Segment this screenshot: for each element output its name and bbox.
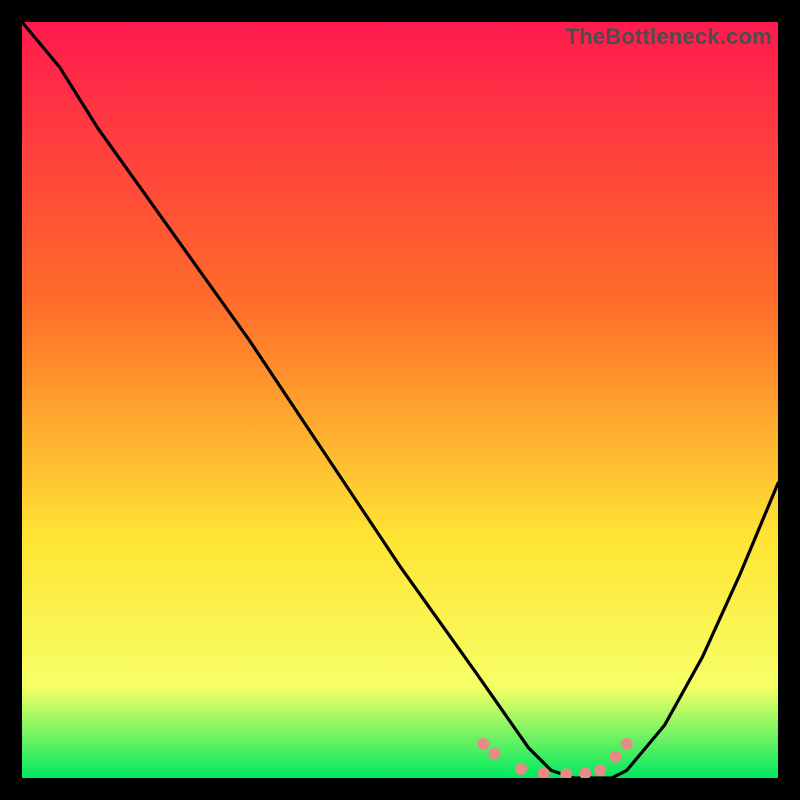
marker-dot xyxy=(610,751,622,763)
marker-dot xyxy=(594,764,606,776)
marker-dot xyxy=(477,738,489,750)
chart-frame: TheBottleneck.com xyxy=(22,22,778,778)
watermark-text: TheBottleneck.com xyxy=(566,24,772,50)
marker-dot xyxy=(621,738,633,750)
marker-dot xyxy=(515,763,527,775)
bottleneck-chart xyxy=(22,22,778,778)
marker-dot xyxy=(489,748,501,760)
gradient-background xyxy=(22,22,778,778)
